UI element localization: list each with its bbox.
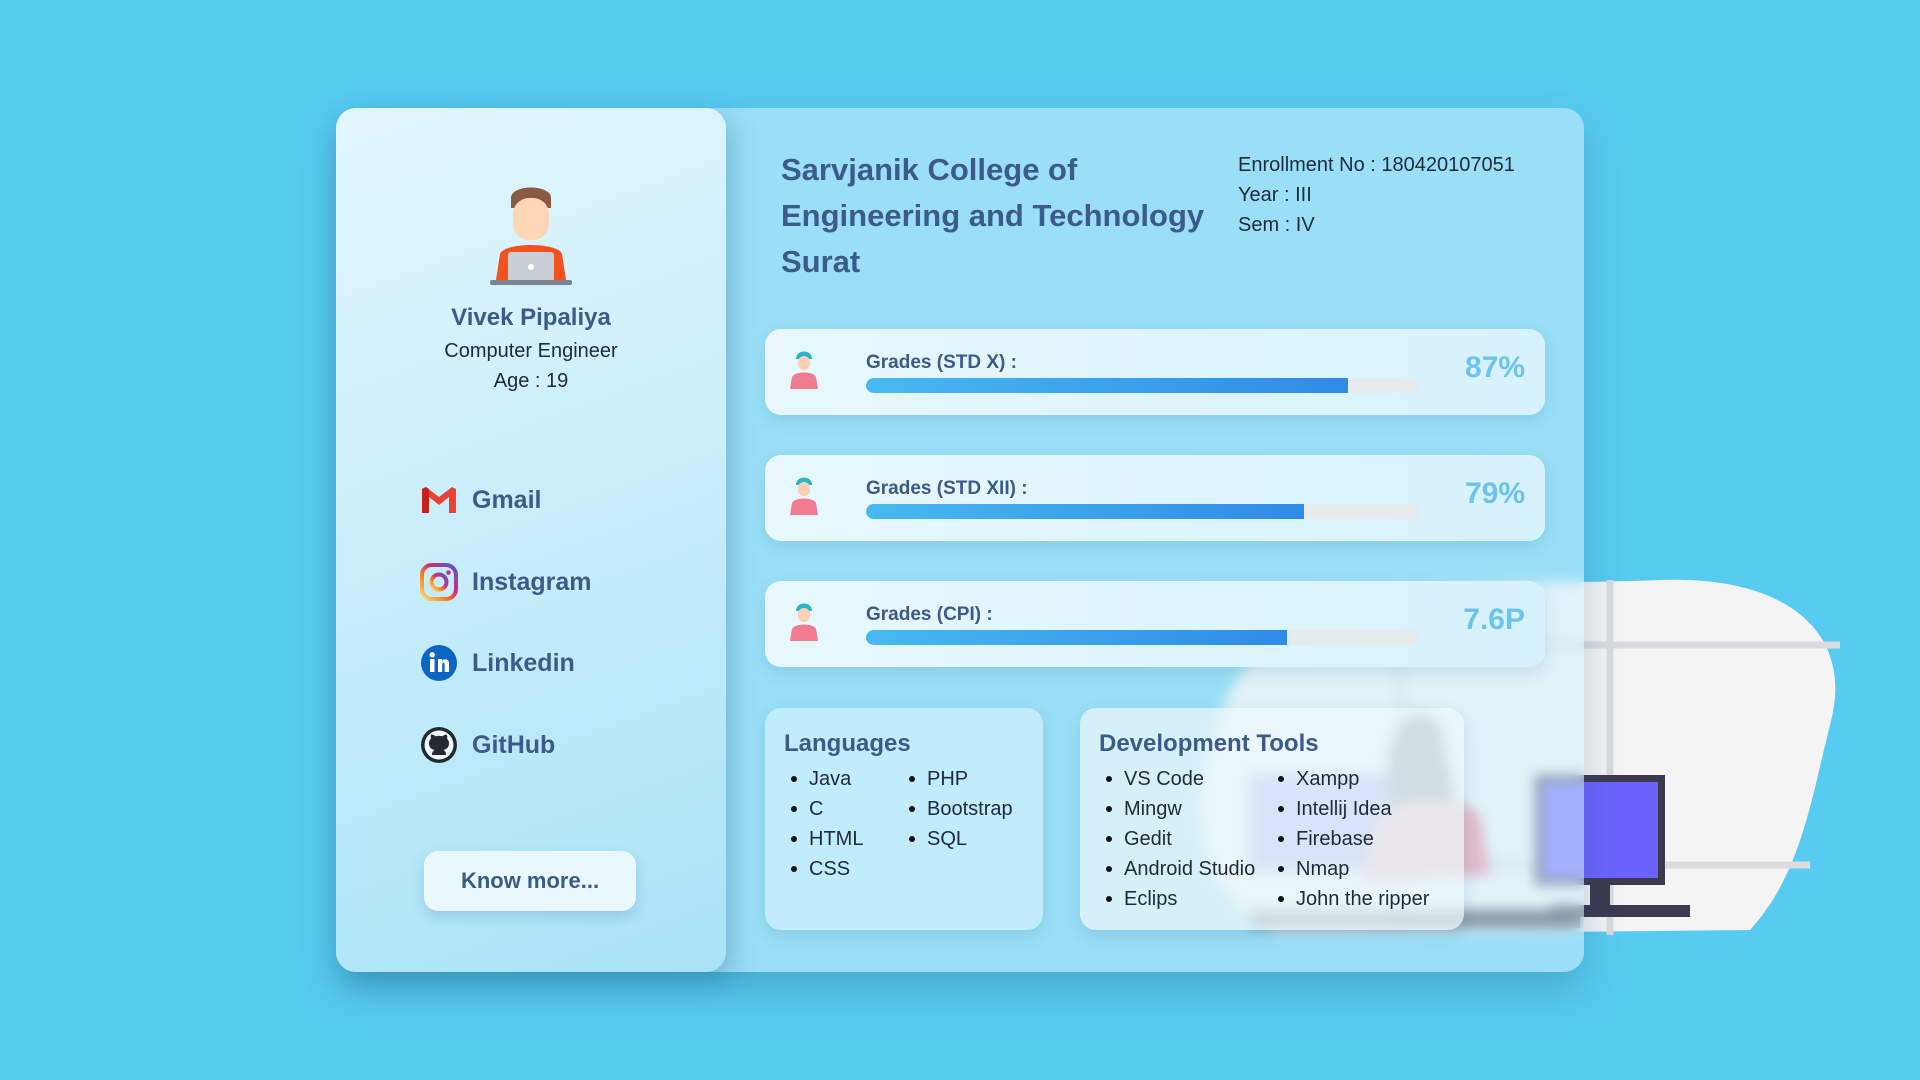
list-item: Xampp: [1276, 764, 1429, 794]
dev-tools-title: Development Tools: [1099, 730, 1319, 757]
list-item: Gedit: [1104, 824, 1276, 854]
list-item: Java: [789, 764, 907, 794]
developer-avatar-icon: [490, 187, 572, 285]
list-item: CSS: [789, 854, 907, 884]
list-item: John the ripper: [1276, 884, 1429, 914]
gmail-label: Gmail: [472, 485, 542, 514]
dev-tools-list-col-2: Xampp Intellij Idea Firebase Nmap John the r…: [1276, 764, 1429, 914]
list-item: SQL: [907, 824, 1013, 854]
grade-label: Grades (CPI) :: [866, 604, 993, 625]
college-title-line-2: Engineering and Technology: [781, 198, 1205, 233]
list-item: Bootstrap: [907, 794, 1013, 824]
list-item: Eclips: [1104, 884, 1276, 914]
grade-progress-track: [866, 504, 1420, 519]
list-item: Android Studio: [1104, 854, 1276, 884]
instagram-label: Instagram: [472, 567, 592, 596]
profile-name: Vivek Pipaliya: [451, 304, 611, 331]
grade-progress-track: [866, 630, 1420, 645]
grade-value: 79%: [1464, 477, 1525, 510]
github-icon: [420, 726, 458, 764]
profile-age: Age : 19: [493, 370, 569, 392]
list-item: Intellij Idea: [1276, 794, 1429, 824]
grade-value: 7.6P: [1463, 603, 1525, 636]
profile-role: Computer Engineer: [444, 340, 618, 362]
student-icon: [790, 477, 818, 515]
languages-box: Languages Java C HTML CSS PHP Bootstrap SQL: [765, 708, 1043, 930]
grade-label: Grades (STD X) :: [866, 352, 1017, 373]
languages-list-col-2: PHP Bootstrap SQL: [907, 764, 1013, 884]
gmail-icon: [420, 481, 458, 519]
sem-info: Sem : IV: [1238, 214, 1315, 236]
college-title-line-1: Sarvjanik College of: [781, 152, 1078, 187]
list-item: Mingw: [1104, 794, 1276, 824]
list-item: Nmap: [1276, 854, 1429, 884]
grade-card-std-xii: Grades (STD XII) : 79%: [765, 455, 1545, 541]
linkedin-label: Linkedin: [472, 648, 575, 677]
grade-card-std-x: Grades (STD X) : 87%: [765, 329, 1545, 415]
list-item: PHP: [907, 764, 1013, 794]
dev-tools-list-col-1: VS Code Mingw Gedit Android Studio Eclips: [1104, 764, 1276, 914]
college-title-line-3: Surat: [781, 244, 861, 279]
grade-progress-fill: [866, 378, 1348, 393]
dev-tools-box: Development Tools VS Code Mingw Gedit Andro…: [1080, 708, 1464, 930]
student-meta: Enrollment No : 180420107051 Year : III …: [1238, 150, 1515, 240]
list-item: C: [789, 794, 907, 824]
list-item: VS Code: [1104, 764, 1276, 794]
profile-panel: Vivek Pipaliya Computer Engineer Age : 1…: [336, 108, 726, 972]
grade-progress-track: [866, 378, 1420, 393]
know-more-button[interactable]: Know more...: [424, 851, 636, 911]
instagram-icon: [420, 563, 458, 601]
year-info: Year : III: [1238, 184, 1312, 206]
student-icon: [790, 603, 818, 641]
grade-card-cpi: Grades (CPI) : 7.6P: [765, 581, 1545, 667]
gmail-link[interactable]: Gmail: [420, 481, 541, 519]
grade-value: 87%: [1464, 351, 1525, 384]
grade-progress-fill: [866, 504, 1304, 519]
list-item: HTML: [789, 824, 907, 854]
student-icon: [790, 351, 818, 389]
languages-list-col-1: Java C HTML CSS: [789, 764, 907, 884]
college-title: Sarvjanik College of Engineering and Tec…: [781, 147, 1221, 285]
linkedin-icon: [420, 644, 458, 682]
linkedin-link[interactable]: Linkedin: [420, 644, 575, 682]
languages-title: Languages: [784, 730, 911, 757]
grade-progress-fill: [866, 630, 1288, 645]
github-link[interactable]: GitHub: [420, 726, 555, 764]
github-label: GitHub: [472, 730, 556, 759]
enrollment-number: Enrollment No : 180420107051: [1238, 154, 1515, 176]
grade-label: Grades (STD XII) :: [866, 478, 1028, 499]
instagram-link[interactable]: Instagram: [420, 563, 591, 601]
list-item: Firebase: [1276, 824, 1429, 854]
